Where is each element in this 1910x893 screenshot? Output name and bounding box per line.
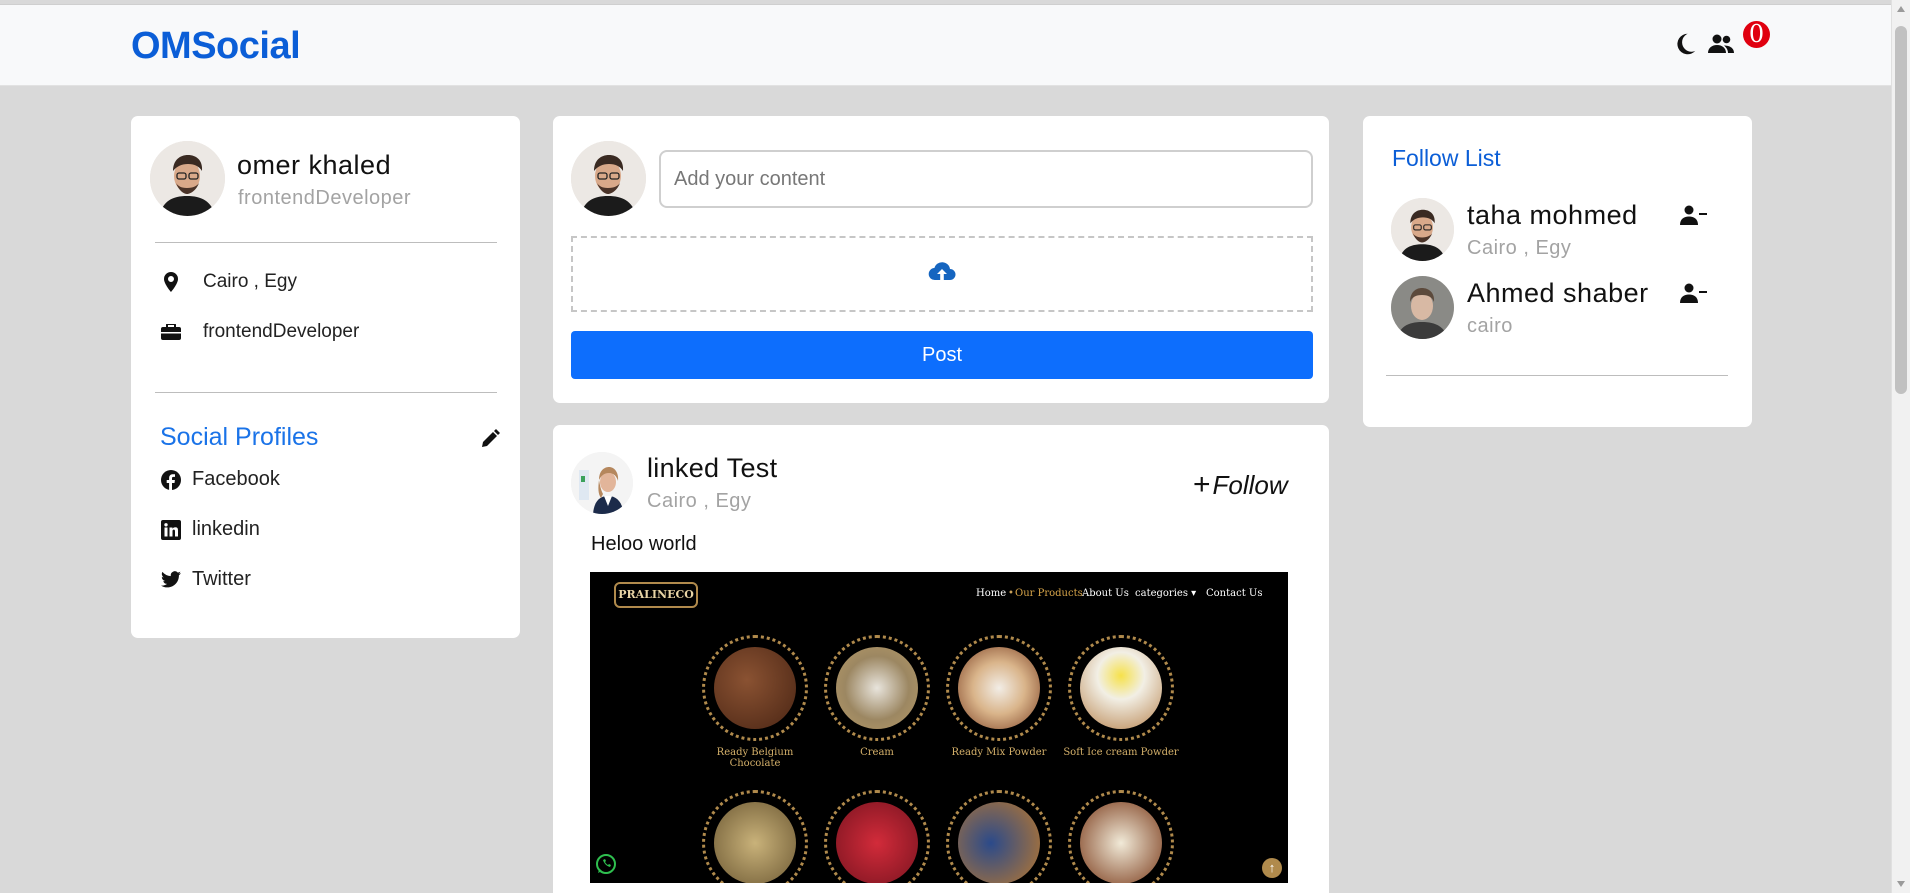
arrow-up-icon: ↑ bbox=[1262, 858, 1282, 878]
post-text: Heloo world bbox=[591, 533, 697, 555]
content-input[interactable] bbox=[659, 150, 1313, 208]
product-circle-icecream bbox=[1068, 635, 1174, 741]
page-scrollbar[interactable] bbox=[1891, 0, 1910, 893]
image-nav-contact: Contact Us bbox=[1206, 588, 1263, 599]
product-circle bbox=[702, 790, 808, 883]
twitter-icon bbox=[160, 571, 182, 588]
social-profiles-title: Social Profiles bbox=[160, 423, 319, 451]
scroll-down-arrow[interactable] bbox=[1897, 881, 1905, 887]
scroll-up-arrow[interactable] bbox=[1897, 6, 1905, 12]
follow-user-avatar[interactable] bbox=[1391, 276, 1454, 339]
user-minus-icon[interactable] bbox=[1680, 205, 1708, 230]
product-label: Ready Belgium Chocolate bbox=[716, 747, 794, 769]
follow-user-location: cairo bbox=[1467, 315, 1513, 337]
divider bbox=[1386, 375, 1728, 376]
brand-logo[interactable]: OMSocial bbox=[131, 25, 301, 68]
profile-avatar[interactable] bbox=[150, 141, 225, 216]
image-upload-dropzone[interactable] bbox=[571, 236, 1313, 312]
product-circle-mix bbox=[946, 635, 1052, 741]
product-circle-chocolate bbox=[702, 635, 808, 741]
follow-user-name[interactable]: taha mohmed bbox=[1467, 200, 1638, 231]
post-author-avatar[interactable] bbox=[571, 452, 633, 514]
top-navbar: OMSocial bbox=[0, 4, 1891, 86]
product-label: Cream bbox=[860, 747, 894, 758]
map-pin-icon bbox=[160, 272, 182, 292]
divider bbox=[155, 392, 497, 393]
cloud-upload-icon bbox=[928, 261, 956, 288]
divider bbox=[155, 242, 497, 243]
profile-title: frontendDeveloper bbox=[238, 187, 412, 209]
job-row: frontendDeveloper bbox=[160, 321, 359, 343]
product-circle bbox=[1068, 790, 1174, 883]
image-nav-home: Home bbox=[976, 588, 1007, 599]
follow-list-title: Follow List bbox=[1392, 145, 1501, 171]
users-icon[interactable] bbox=[1707, 30, 1735, 58]
pencil-icon[interactable] bbox=[480, 429, 500, 454]
product-circle bbox=[946, 790, 1052, 883]
product-circle-cream bbox=[824, 635, 930, 741]
navbar-actions bbox=[1671, 30, 1735, 58]
profile-card: omer khaled frontendDeveloper Cairo , Eg… bbox=[131, 116, 520, 638]
post-button[interactable]: Post bbox=[571, 331, 1313, 379]
composer-avatar bbox=[571, 141, 646, 216]
product-label: Ready Mix Powder bbox=[951, 747, 1047, 758]
post-card: linked Test Cairo , Egy + Follow Heloo w… bbox=[553, 425, 1329, 893]
briefcase-icon bbox=[160, 324, 182, 340]
social-link-twitter[interactable]: Twitter bbox=[160, 568, 251, 591]
location-row: Cairo , Egy bbox=[160, 271, 297, 293]
moon-icon[interactable] bbox=[1671, 30, 1699, 58]
image-nav-dot: • bbox=[1008, 588, 1014, 599]
follow-list-card: Follow List taha mohmed Cairo , Egy Ahme… bbox=[1363, 116, 1752, 427]
job-text: frontendDeveloper bbox=[203, 321, 360, 342]
plus-icon: + bbox=[1193, 468, 1211, 501]
follow-label: Follow bbox=[1212, 469, 1288, 500]
whatsapp-icon bbox=[595, 853, 617, 880]
social-label: Facebook bbox=[192, 468, 280, 490]
follow-user-name[interactable]: Ahmed shaber bbox=[1467, 278, 1649, 309]
social-link-facebook[interactable]: Facebook bbox=[160, 468, 280, 491]
post-image[interactable]: PRALINECO Home • Our Products About Us c… bbox=[590, 572, 1288, 883]
follow-user-avatar[interactable] bbox=[1391, 198, 1454, 261]
facebook-icon bbox=[160, 469, 182, 490]
notification-badge[interactable]: 0 bbox=[1743, 21, 1770, 48]
post-composer: Post bbox=[553, 116, 1329, 403]
post-author-name[interactable]: linked Test bbox=[647, 453, 777, 484]
image-nav-categories: categories ▾ bbox=[1135, 588, 1197, 599]
follow-button[interactable]: + Follow bbox=[1193, 468, 1288, 502]
follow-user-location: Cairo , Egy bbox=[1467, 237, 1572, 259]
image-nav-about: About Us bbox=[1082, 588, 1129, 599]
location-text: Cairo , Egy bbox=[203, 271, 297, 292]
pralineco-logo: PRALINECO bbox=[614, 582, 698, 608]
scrollbar-thumb[interactable] bbox=[1895, 26, 1907, 394]
post-author-location: Cairo , Egy bbox=[647, 490, 752, 512]
product-circle bbox=[824, 790, 930, 883]
profile-name: omer khaled bbox=[237, 150, 392, 180]
linkedin-icon bbox=[160, 519, 182, 540]
product-label: Soft Ice cream Powder bbox=[1063, 747, 1179, 758]
image-nav-products: Our Products bbox=[1015, 588, 1083, 599]
social-label: linkedin bbox=[192, 518, 260, 540]
user-minus-icon[interactable] bbox=[1680, 283, 1708, 308]
social-label: Twitter bbox=[192, 568, 251, 590]
social-link-linkedin[interactable]: linkedin bbox=[160, 518, 260, 541]
